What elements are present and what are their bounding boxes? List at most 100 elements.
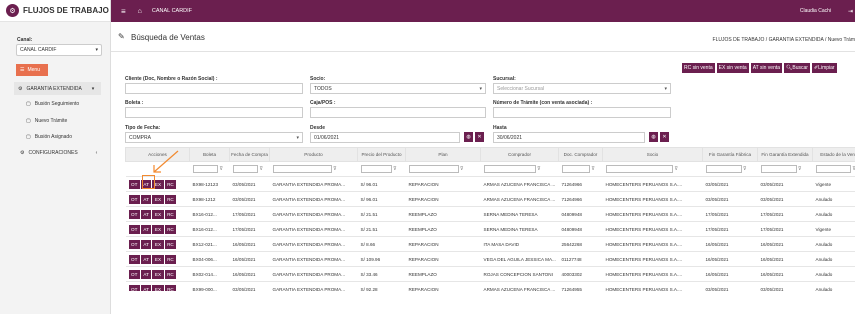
ot-action-button[interactable]: OT	[128, 254, 140, 264]
filter-icon[interactable]: ⊽	[259, 166, 263, 172]
sidebar-item-configuraciones[interactable]: ⚙ CONFIGURACIONES ‹	[20, 150, 97, 156]
filter-icon[interactable]: ⊽	[537, 166, 541, 172]
menu-button[interactable]: ☰ Menu	[16, 64, 48, 76]
filter-icon[interactable]: ⊽	[333, 166, 337, 172]
column-filter[interactable]: ⊽	[812, 161, 855, 177]
limpiar-button[interactable]: ✐ Limpiar	[811, 63, 837, 73]
rc-action-button[interactable]: RC	[164, 239, 177, 249]
filter-icon[interactable]: ⊽	[674, 166, 678, 172]
clear-date-icon[interactable]: ✕	[660, 132, 669, 142]
filter-input[interactable]	[815, 165, 852, 173]
calendar-icon[interactable]: ◍	[649, 132, 658, 142]
ot-action-button[interactable]: OT	[128, 269, 140, 279]
column-header[interactable]: Producto	[269, 147, 358, 162]
column-header[interactable]: Fecha de Compra	[229, 147, 270, 162]
filter-input[interactable]	[561, 165, 591, 173]
rc-action-button[interactable]: RC	[164, 179, 177, 189]
filter-icon[interactable]: ⊽	[460, 166, 464, 172]
ot-action-button[interactable]: OT	[128, 179, 140, 189]
filter-input[interactable]	[408, 165, 459, 173]
filter-input[interactable]	[360, 165, 392, 173]
column-filter[interactable]: ⊽	[757, 161, 813, 177]
at-action-button[interactable]: AT	[140, 224, 152, 234]
ot-action-button[interactable]: OT	[128, 224, 140, 234]
column-header[interactable]: Fin Garantía Fábrica	[702, 147, 758, 162]
user-name[interactable]: Claudia Cachi	[800, 8, 831, 14]
rc-action-button[interactable]: RC	[164, 209, 177, 219]
column-header[interactable]: Estado de la Venta	[812, 147, 855, 162]
at-action-button[interactable]: AT	[140, 239, 152, 249]
desde-input[interactable]: 01/06/2021	[310, 132, 460, 143]
column-filter[interactable]: ⊽	[229, 161, 270, 177]
ot-action-button[interactable]: OT	[128, 209, 140, 219]
sidebar-item-asignado[interactable]: ▢ Busión Asignado	[26, 134, 72, 140]
at-action-button[interactable]: AT	[140, 284, 152, 291]
filter-icon[interactable]: ⊽	[591, 166, 595, 172]
home-icon[interactable]: ⌂	[138, 8, 142, 15]
rc-action-button[interactable]: RC	[164, 284, 177, 291]
ot-action-button[interactable]: OT	[128, 194, 140, 204]
column-filter[interactable]: ⊽	[357, 161, 406, 177]
column-header[interactable]: Fin Garantía Extendida	[757, 147, 813, 162]
ex-sin-venta-button[interactable]: EX sin venta	[716, 63, 749, 73]
filter-input[interactable]	[232, 165, 259, 173]
filter-icon[interactable]: ⊽	[798, 166, 802, 172]
column-header[interactable]: Plan	[405, 147, 481, 162]
rc-action-button[interactable]: RC	[164, 254, 177, 264]
buscar-button[interactable]: 🔍︎ Buscar	[784, 63, 810, 73]
column-filter[interactable]: ⊽	[702, 161, 758, 177]
ex-action-button[interactable]: EX	[152, 254, 164, 264]
canal-select[interactable]: CANAL CARDIF ▾	[16, 44, 102, 56]
ex-action-button[interactable]: EX	[152, 284, 164, 291]
logout-icon[interactable]: ⇥	[848, 8, 853, 15]
filter-input[interactable]	[483, 165, 536, 173]
at-sin-venta-button[interactable]: AT sin venta	[750, 63, 783, 73]
filter-icon[interactable]: ⊽	[393, 166, 397, 172]
filter-icon[interactable]: ⊽	[743, 166, 747, 172]
rc-action-button[interactable]: RC	[164, 224, 177, 234]
column-header[interactable]: Doc. Comprador	[558, 147, 603, 162]
column-header[interactable]: Socio	[602, 147, 703, 162]
hamburger-icon[interactable]: ≡	[121, 7, 126, 16]
column-filter[interactable]: ⊽	[558, 161, 603, 177]
clear-date-icon[interactable]: ✕	[475, 132, 484, 142]
column-filter[interactable]: ⊽	[405, 161, 481, 177]
calendar-icon[interactable]: ◍	[464, 132, 473, 142]
rc-action-button[interactable]: RC	[164, 269, 177, 279]
filter-input[interactable]	[192, 165, 219, 173]
boleta-input[interactable]	[125, 107, 303, 118]
rc-sin-venta-button[interactable]: RC sin venta	[682, 63, 715, 73]
caja-input[interactable]	[310, 107, 486, 118]
filter-input[interactable]	[760, 165, 797, 173]
ex-action-button[interactable]: EX	[152, 209, 164, 219]
filter-input[interactable]	[605, 165, 674, 173]
sidebar-item-garantia[interactable]: ⚙ GARANTIA EXTENDIDA ▾	[14, 82, 101, 95]
ot-action-button[interactable]: OT	[128, 284, 140, 291]
brand[interactable]: ⚙ FLUJOS DE TRABAJO	[0, 0, 110, 22]
column-header[interactable]: Boleta	[189, 147, 230, 162]
ex-action-button[interactable]: EX	[152, 224, 164, 234]
ex-action-button[interactable]: EX	[152, 239, 164, 249]
column-filter[interactable]: ⊽	[269, 161, 358, 177]
sidebar-item-seguimiento[interactable]: ▢ Busión Seguimiento	[26, 101, 79, 107]
at-action-button[interactable]: AT	[140, 194, 152, 204]
sucursal-select[interactable]: Seleccionar Sucursal ▾	[493, 83, 671, 94]
tipo-fecha-select[interactable]: COMPRA ▾	[125, 132, 303, 143]
tramite-input[interactable]	[493, 107, 671, 118]
hasta-input[interactable]: 30/06/2021	[493, 132, 645, 143]
column-filter[interactable]: ⊽	[480, 161, 559, 177]
column-filter[interactable]: ⊽	[602, 161, 703, 177]
cliente-input[interactable]	[125, 83, 303, 94]
column-header[interactable]: Precio del Producto	[357, 147, 406, 162]
ot-action-button[interactable]: OT	[128, 239, 140, 249]
filter-input[interactable]	[705, 165, 742, 173]
ex-action-button[interactable]: EX	[152, 269, 164, 279]
at-action-button[interactable]: AT	[140, 254, 152, 264]
rc-action-button[interactable]: RC	[164, 194, 177, 204]
filter-input[interactable]	[272, 165, 332, 173]
column-filter[interactable]: ⊽	[189, 161, 230, 177]
at-action-button[interactable]: AT	[140, 209, 152, 219]
socio-select[interactable]: TODOS ▾	[310, 83, 486, 94]
ex-action-button[interactable]: EX	[152, 194, 164, 204]
sidebar-item-nuevo-tramite[interactable]: ▢ Nuevo Trámite	[26, 118, 67, 124]
